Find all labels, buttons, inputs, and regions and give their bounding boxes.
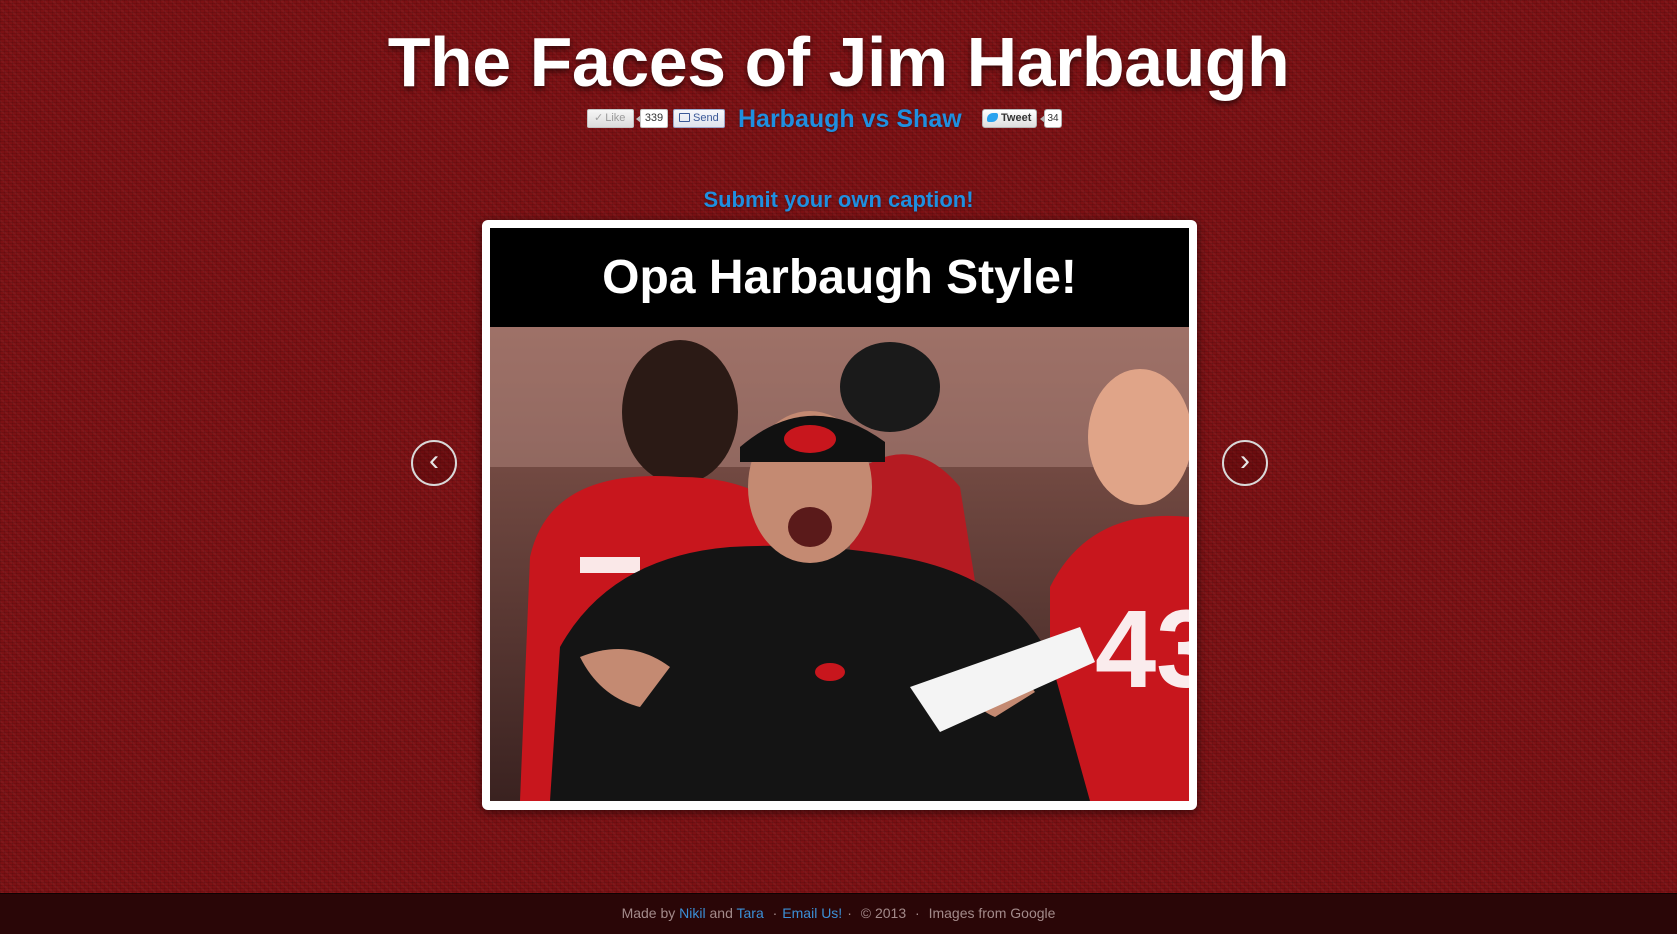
author-link-nikil[interactable]: Nikil: [679, 905, 705, 921]
footer-separator: ·: [847, 905, 852, 921]
social-bar: ✓ Like 339 Send Harbaugh vs Shaw Tweet 34: [0, 105, 1677, 135]
chevron-right-icon: ›: [1240, 444, 1250, 477]
twitter-bird-icon: [987, 113, 998, 122]
slide-photo: 43: [490, 327, 1189, 801]
facebook-send-button[interactable]: Send: [673, 109, 725, 128]
coach-photo-illustration: 43: [490, 327, 1189, 801]
page-title: The Faces of Jim Harbaugh: [387, 23, 1290, 101]
footer: Made by Nikil and Tara · Email Us! · © 201…: [0, 893, 1677, 934]
send-label: Send: [693, 112, 719, 124]
author-link-tara[interactable]: Tara: [737, 905, 764, 921]
slide-caption: Opa Harbaugh Style!: [490, 228, 1189, 327]
facebook-like-button[interactable]: ✓ Like: [587, 109, 634, 128]
email-us-link[interactable]: Email Us!: [782, 905, 842, 921]
footer-made-by: Made by: [621, 905, 676, 921]
speech-bubble-icon: [679, 113, 690, 122]
slide-frame: Opa Harbaugh Style! 43: [482, 220, 1197, 810]
tweet-button[interactable]: Tweet: [982, 109, 1037, 128]
footer-separator: ·: [772, 905, 778, 921]
footer-copyright: © 2013: [860, 905, 907, 921]
tweet-count: 34: [1040, 109, 1062, 128]
like-count: 339: [636, 109, 668, 128]
harbaugh-vs-shaw-link[interactable]: Harbaugh vs Shaw: [738, 104, 968, 134]
next-slide-button[interactable]: ›: [1222, 440, 1268, 486]
tweet-label: Tweet: [1001, 112, 1032, 124]
previous-slide-button[interactable]: ‹: [411, 440, 457, 486]
chevron-left-icon: ‹: [429, 444, 439, 477]
footer-images-credit: Images from Google: [928, 905, 1056, 921]
checkmark-icon: ✓: [594, 112, 604, 124]
submit-caption-link[interactable]: Submit your own caption!: [0, 186, 1677, 214]
like-label: Like: [605, 112, 626, 124]
footer-separator: ·: [915, 905, 920, 921]
footer-and: and: [709, 905, 733, 921]
svg-text:43: 43: [1095, 588, 1189, 711]
